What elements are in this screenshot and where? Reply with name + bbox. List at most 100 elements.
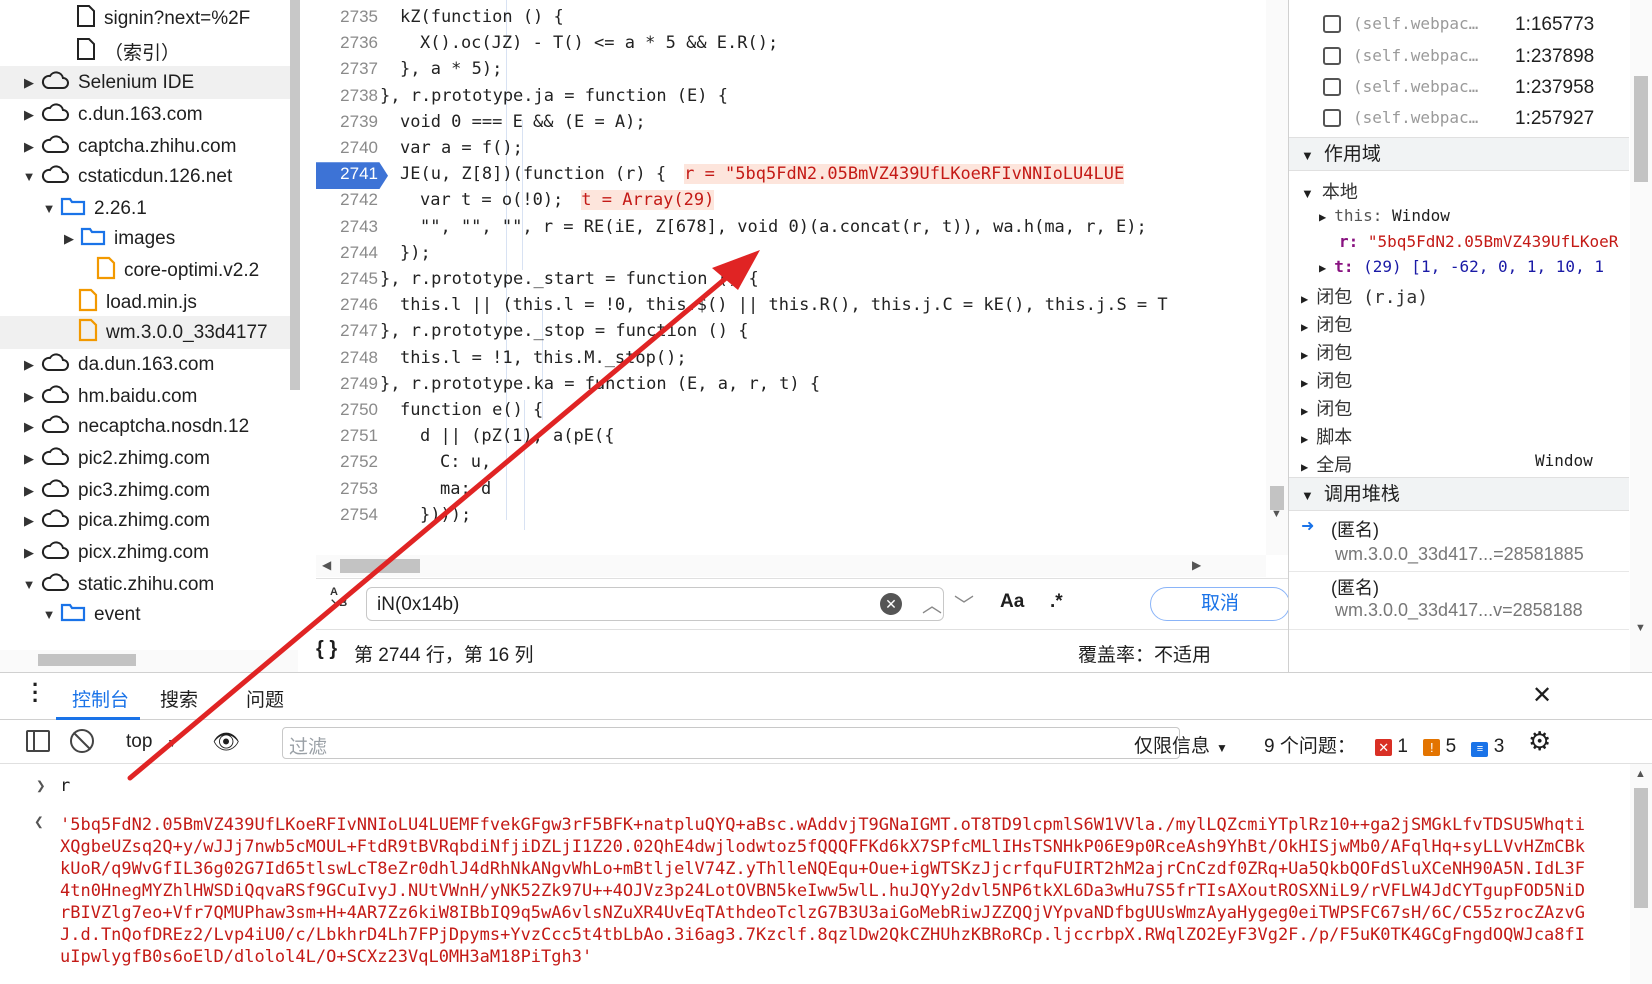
replace-toggle-icon[interactable]: A ↘B (330, 587, 347, 609)
clear-search-icon[interactable]: ✕ (880, 593, 902, 615)
code-line[interactable]: ma: d (440, 479, 491, 499)
regex-button[interactable]: .* (1050, 591, 1063, 613)
breakpoint-checkbox[interactable] (1323, 15, 1341, 33)
line-number[interactable]: 2750 (316, 400, 378, 420)
chevron-right-icon[interactable]: ▶ (22, 419, 36, 435)
tree-item[interactable]: signin?next=%2F (0, 2, 290, 35)
tree-item[interactable]: ▶ pic2.zhimg.com (0, 442, 290, 475)
sidebar-toggle-icon[interactable] (26, 730, 50, 752)
line-number[interactable]: 2743 (316, 217, 378, 237)
line-number[interactable]: 2737 (316, 59, 378, 79)
scope-section-header[interactable]: ▼ 作用域 (1289, 137, 1629, 171)
tree-item[interactable]: ▼ static.zhihu.com (0, 568, 290, 601)
chevron-right-icon[interactable]: ▶ (22, 483, 36, 499)
breakpoint-item[interactable]: (self.webpac… 1:257927 (1289, 106, 1629, 134)
chevron-right-icon[interactable]: ▶ (22, 389, 36, 405)
scope-r[interactable]: r: "5bq5FdN2.05BmVZ439UfLKoeR (1339, 232, 1652, 251)
editor-horizontal-scrollbar[interactable]: ◀ ▶ (316, 555, 1266, 577)
close-drawer-icon[interactable]: ✕ (1532, 681, 1552, 710)
code-line[interactable]: this.l || (this.l = !0, this.$() || this… (400, 295, 1168, 315)
call-frame[interactable]: (匿名) wm.3.0.0_33d417...v=2858188 (1289, 574, 1629, 630)
code-line[interactable]: }, r.prototype.ja = function (E) { (380, 86, 728, 106)
tree-item[interactable]: ▼ cstaticdun.126.net (0, 160, 290, 193)
code-line[interactable]: function e() { (400, 400, 543, 420)
scope-this[interactable]: ▶ this: Window (1319, 206, 1652, 225)
chevron-right-icon[interactable]: ▶ (22, 139, 36, 155)
chevron-down-icon[interactable]: ▼ (42, 201, 56, 216)
code-line[interactable]: var a = f(); (400, 138, 523, 158)
line-number[interactable]: 2752 (316, 452, 378, 472)
code-line[interactable]: "", "", "", r = RE(iE, Z[678], void 0)(a… (420, 217, 1147, 237)
tree-item[interactable]: ▶ c.dun.163.com (0, 98, 290, 131)
previous-match-icon[interactable]: ︿ (922, 589, 942, 618)
tree-item[interactable]: ▼ 2.26.1 (0, 192, 290, 225)
file-tree-horizontal-scrollbar[interactable] (0, 650, 298, 672)
chevron-right-icon[interactable]: ▶ (22, 75, 36, 91)
line-number[interactable]: 2739 (316, 112, 378, 132)
code-line[interactable]: }, r.prototype._stop = function () { (380, 321, 748, 341)
line-number[interactable]: 2748 (316, 348, 378, 368)
coverage-status[interactable]: 覆盖率：不适用 (1078, 640, 1211, 667)
gear-icon[interactable]: ⚙ (1528, 726, 1551, 757)
line-number[interactable]: 2736 (316, 33, 378, 53)
line-number[interactable]: 2735 (316, 7, 378, 27)
scope-local[interactable]: ▼ 本地 (1301, 178, 1641, 204)
breakpoint-item[interactable]: (self.webpac… 1:237958 (1289, 75, 1629, 103)
tree-item[interactable]: ▶ images (0, 222, 290, 255)
code-editor[interactable]: 2735 2736 2737 2738 2739 2740 2741 2742 2743 2744… (316, 0, 1266, 555)
next-match-icon[interactable]: ﹀ (954, 589, 974, 618)
scope-script[interactable]: ▶ 脚本 (1301, 423, 1641, 449)
chevron-right-icon[interactable]: ▶ (22, 357, 36, 373)
code-line[interactable]: }, a * 5); (400, 59, 502, 79)
code-line[interactable]: X().oc(JZ) - T() <= a * 5 && E.R(); (420, 33, 778, 53)
tree-item[interactable]: ▶ necaptcha.nosdn.12 (0, 410, 290, 443)
chevron-right-icon[interactable]: ▶ (62, 231, 76, 247)
console-output[interactable]: ❯ r ❮ '5bq5FdN2.05BmVZ439UfLKoeRFIvNNIoL… (0, 764, 1630, 984)
tree-item[interactable]: ▶ picx.zhimg.com (0, 536, 290, 569)
search-input[interactable]: iN(0x14b) (366, 587, 944, 621)
tree-item[interactable]: ▼ event (0, 598, 290, 631)
eye-icon[interactable]: 👁 (212, 729, 240, 755)
line-number[interactable]: 2738 (316, 86, 378, 106)
log-levels-dropdown[interactable]: 仅限信息 ▼ (1134, 731, 1228, 758)
scope-global[interactable]: ▶ 全局 Window (1301, 451, 1641, 477)
tab-console[interactable]: 控制台 (72, 685, 129, 712)
code-line[interactable]: this.l = !1, this.M._stop(); (400, 348, 687, 368)
more-tools-icon[interactable]: · · · (32, 674, 39, 712)
console-filter-input[interactable]: 过滤 (282, 727, 1180, 759)
scope-closure[interactable]: ▶ 闭包 (1301, 311, 1641, 337)
match-case-button[interactable]: Aa (1000, 591, 1024, 613)
scope-closure[interactable]: ▶ 闭包 (1301, 367, 1641, 393)
chevron-down-icon[interactable]: ▼ (22, 577, 36, 592)
breakpoint-checkbox[interactable] (1323, 78, 1341, 96)
tree-item[interactable]: wm.3.0.0_33d4177 (0, 316, 290, 349)
call-stack-section-header[interactable]: ▼ 调用堆栈 (1289, 477, 1629, 511)
call-frame[interactable]: ➜ (匿名) wm.3.0.0_33d417...=28581885 (1289, 516, 1629, 572)
breakpoint-item[interactable]: (self.webpac… 1:165773 (1289, 12, 1629, 40)
code-line[interactable]: kZ(function () { (400, 7, 564, 27)
code-line[interactable]: }, r.prototype._start = function () { (380, 269, 759, 289)
scope-t[interactable]: ▶ t: (29) [1, -62, 0, 1, 10, 1 (1319, 257, 1652, 276)
code-line[interactable]: JE(u, Z[8])(function (r) {r = "5bq5FdN2.… (400, 164, 1125, 185)
code-line[interactable]: d || (pZ(1), a(pE({ (420, 426, 614, 446)
line-number[interactable]: 2746 (316, 295, 378, 315)
issues-counter[interactable]: 9 个问题： ✕ 1 ! 5 ≡ 3 (1264, 731, 1504, 758)
clear-console-icon[interactable] (70, 729, 94, 753)
file-tree-vertical-scrollbar[interactable] (290, 0, 300, 390)
editor-vertical-scrollbar[interactable]: ▼ (1266, 0, 1288, 555)
context-selector[interactable]: top ▼ (126, 731, 178, 753)
scope-closure[interactable]: ▶ 闭包 (1301, 339, 1641, 365)
code-line[interactable]: }); (400, 243, 431, 263)
code-line[interactable]: }, r.prototype.ka = function (E, a, r, t… (380, 374, 820, 394)
tab-search[interactable]: 搜索 (160, 685, 198, 712)
chevron-right-icon[interactable]: ▶ (22, 545, 36, 561)
line-number[interactable]: 2745 (316, 269, 378, 289)
tree-item[interactable]: core-optimi.v2.2 (0, 254, 290, 287)
sidebar-vertical-scrollbar[interactable]: ▼ (1630, 0, 1652, 672)
line-number[interactable]: 2747 (316, 321, 378, 341)
tree-item[interactable]: ▶ captcha.zhihu.com (0, 130, 290, 163)
code-line[interactable]: void 0 === E && (E = A); (400, 112, 646, 132)
line-number[interactable]: 2740 (316, 138, 378, 158)
cancel-search-button[interactable]: 取消 (1150, 587, 1290, 621)
breakpoint-checkbox[interactable] (1323, 47, 1341, 65)
